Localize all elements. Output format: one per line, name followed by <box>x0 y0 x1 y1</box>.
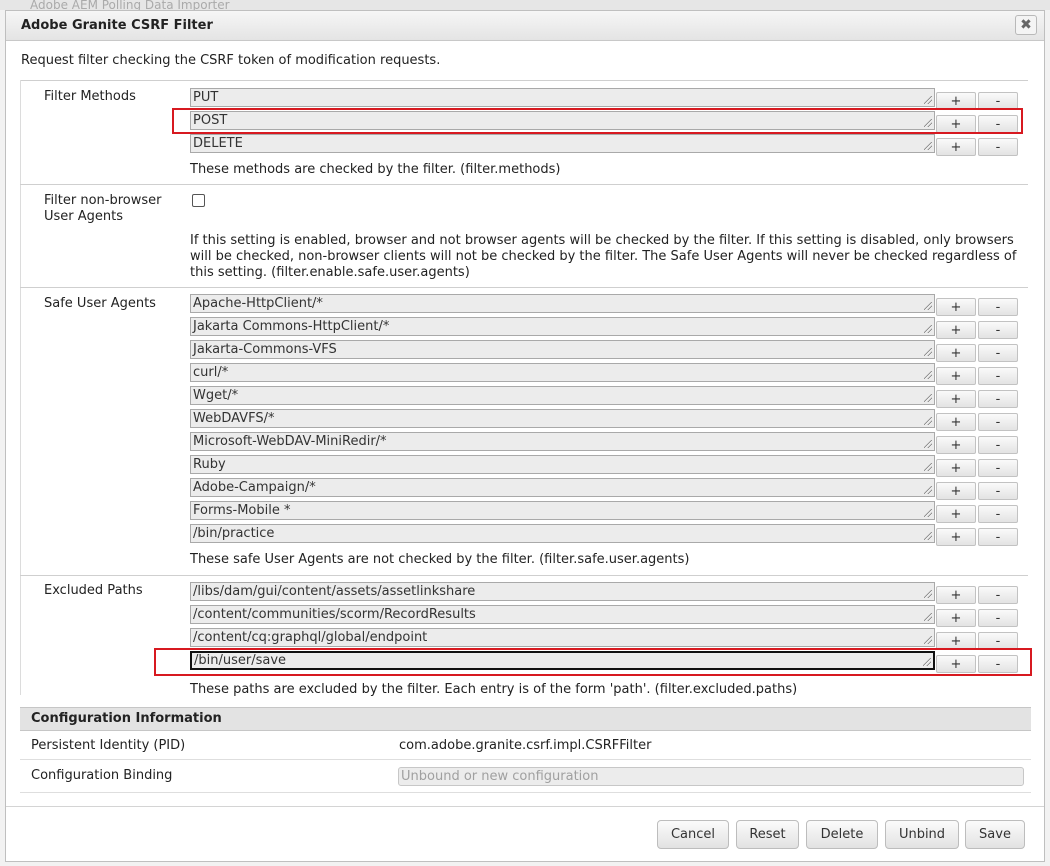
divider <box>20 80 1028 81</box>
footer-divider <box>6 806 1044 807</box>
non-browser-label: Filter non-browser User Agents <box>44 193 161 225</box>
safe-user-agent-add-button[interactable]: + <box>936 321 976 339</box>
safe-user-agent-add-button[interactable]: + <box>936 528 976 546</box>
pid-label: Persistent Identity (PID) <box>31 738 186 753</box>
form-left-border <box>20 80 21 695</box>
non-browser-label-line2: User Agents <box>44 209 124 224</box>
background-window-title: Adobe AEM Polling Data Importer <box>0 0 1050 10</box>
safe-user-agent-remove-button[interactable]: - <box>978 367 1018 385</box>
safe-user-agent-add-button[interactable]: + <box>936 482 976 500</box>
safe-user-agent-field[interactable]: Jakarta-Commons-VFS <box>190 340 935 359</box>
non-browser-checkbox[interactable] <box>192 194 205 207</box>
excluded-path-add-button[interactable]: + <box>936 609 976 627</box>
excluded-path-remove-button[interactable]: - <box>978 609 1018 627</box>
safe-user-agent-field[interactable]: Microsoft-WebDAV-MiniRedir/* <box>190 432 935 451</box>
safe-user-agent-remove-button[interactable]: - <box>978 344 1018 362</box>
delete-button[interactable]: Delete <box>806 820 878 849</box>
safe-user-agent-add-button[interactable]: + <box>936 505 976 523</box>
safe-user-agent-add-button[interactable]: + <box>936 459 976 477</box>
excluded-paths-label: Excluded Paths <box>44 583 143 598</box>
config-binding-field[interactable]: Unbound or new configuration <box>398 767 1024 786</box>
safe-user-agent-remove-button[interactable]: - <box>978 436 1018 454</box>
safe-user-agent-remove-button[interactable]: - <box>978 321 1018 339</box>
filter-method-remove-button[interactable]: - <box>978 138 1018 156</box>
safe-user-agent-field[interactable]: /bin/practice <box>190 524 935 543</box>
close-icon[interactable]: ✖ <box>1015 15 1037 35</box>
dialog-titlebar: Adobe Granite CSRF Filter ✖ <box>6 11 1044 41</box>
divider <box>20 759 1031 760</box>
safe-user-agents-help: These safe User Agents are not checked b… <box>190 552 690 567</box>
safe-user-agent-add-button[interactable]: + <box>936 413 976 431</box>
safe-user-agent-field[interactable]: curl/* <box>190 363 935 382</box>
csrf-filter-dialog: Adobe Granite CSRF Filter ✖ Request filt… <box>5 10 1045 862</box>
safe-user-agent-field[interactable]: Adobe-Campaign/* <box>190 478 935 497</box>
cancel-button[interactable]: Cancel <box>657 820 729 849</box>
filter-methods-label: Filter Methods <box>44 89 136 104</box>
non-browser-label-line1: Filter non-browser <box>44 193 162 208</box>
safe-user-agent-remove-button[interactable]: - <box>978 482 1018 500</box>
safe-user-agent-field[interactable]: Apache-HttpClient/* <box>190 294 935 313</box>
safe-user-agent-field[interactable]: Jakarta Commons-HttpClient/* <box>190 317 935 336</box>
safe-user-agent-add-button[interactable]: + <box>936 367 976 385</box>
filter-method-field[interactable]: DELETE <box>190 134 935 153</box>
safe-user-agents-label: Safe User Agents <box>44 296 156 311</box>
excluded-paths-help: These paths are excluded by the filter. … <box>190 682 798 697</box>
filter-method-field[interactable]: PUT <box>190 88 935 107</box>
excluded-path-field[interactable]: /content/communities/scorm/RecordResults <box>190 605 935 624</box>
safe-user-agent-remove-button[interactable]: - <box>978 528 1018 546</box>
safe-user-agent-remove-button[interactable]: - <box>978 298 1018 316</box>
safe-user-agent-field[interactable]: Wget/* <box>190 386 935 405</box>
divider <box>20 184 1028 185</box>
excluded-path-add-button[interactable]: + <box>936 586 976 604</box>
save-button[interactable]: Save <box>965 820 1025 849</box>
safe-user-agent-field[interactable]: Ruby <box>190 455 935 474</box>
post-row-highlight <box>172 108 1023 134</box>
new-path-row-highlight <box>154 648 1032 676</box>
config-info-header: Configuration Information <box>20 707 1031 731</box>
safe-user-agent-remove-button[interactable]: - <box>978 390 1018 408</box>
excluded-path-field[interactable]: /libs/dam/gui/content/assets/assetlinksh… <box>190 582 935 601</box>
safe-user-agent-add-button[interactable]: + <box>936 344 976 362</box>
binding-label: Configuration Binding <box>31 768 173 783</box>
pid-value: com.adobe.granite.csrf.impl.CSRFFilter <box>399 738 652 753</box>
safe-user-agent-remove-button[interactable]: - <box>978 459 1018 477</box>
safe-user-agent-remove-button[interactable]: - <box>978 413 1018 431</box>
unbind-button[interactable]: Unbind <box>885 820 959 849</box>
safe-user-agent-add-button[interactable]: + <box>936 436 976 454</box>
reset-button[interactable]: Reset <box>736 820 799 849</box>
non-browser-help: If this setting is enabled, browser and … <box>190 233 1017 280</box>
safe-user-agent-field[interactable]: WebDAVFS/* <box>190 409 935 428</box>
divider <box>20 287 1028 288</box>
safe-user-agent-field[interactable]: Forms-Mobile * <box>190 501 935 520</box>
excluded-path-field[interactable]: /content/cq:graphql/global/endpoint <box>190 628 935 647</box>
dialog-description: Request filter checking the CSRF token o… <box>21 53 441 68</box>
safe-user-agent-remove-button[interactable]: - <box>978 505 1018 523</box>
filter-method-add-button[interactable]: + <box>936 138 976 156</box>
dialog-title: Adobe Granite CSRF Filter <box>21 18 213 33</box>
safe-user-agent-add-button[interactable]: + <box>936 390 976 408</box>
excluded-path-remove-button[interactable]: - <box>978 586 1018 604</box>
divider <box>20 792 1031 793</box>
divider <box>20 575 1028 576</box>
safe-user-agent-add-button[interactable]: + <box>936 298 976 316</box>
filter-methods-help: These methods are checked by the filter.… <box>190 162 561 177</box>
